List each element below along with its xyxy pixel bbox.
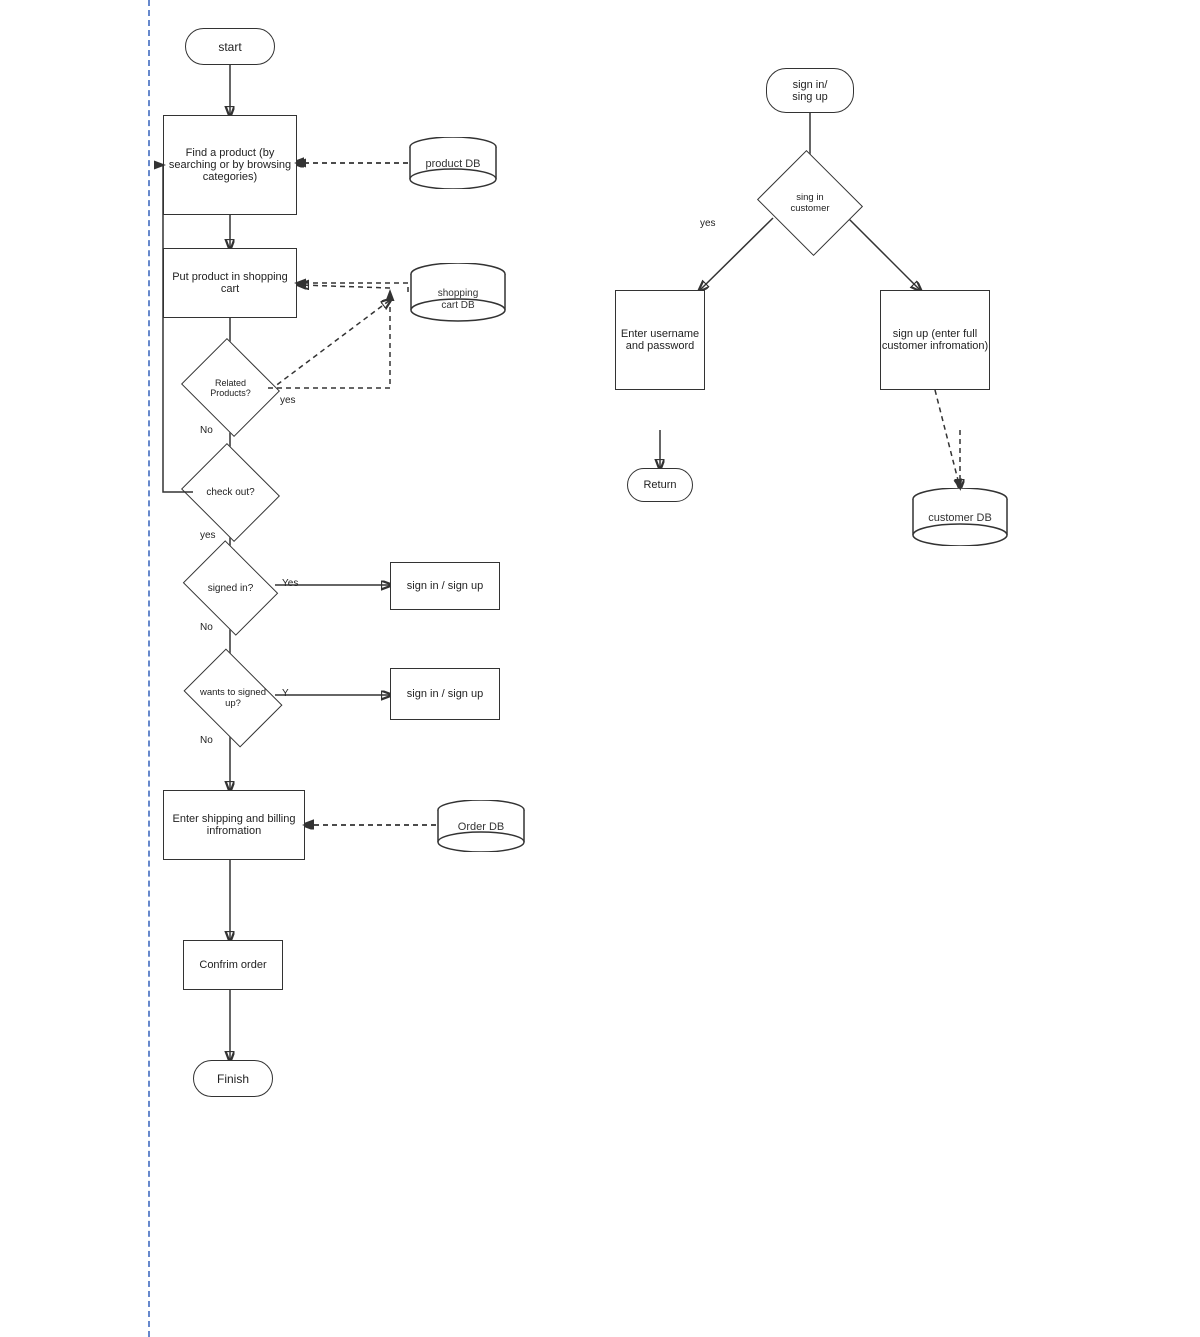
yes2-label: yes [200, 530, 216, 541]
svg-text:Order DB: Order DB [458, 821, 504, 833]
no3-label: No [200, 622, 213, 633]
left-dashed-line [148, 0, 150, 1337]
svg-text:product DB: product DB [425, 158, 480, 170]
finish-node: Finish [193, 1060, 273, 1097]
confirm-order-node: Confrim order [183, 940, 283, 990]
shopping-cart-db-node: shopping cart DB [408, 263, 508, 323]
diagram-container: start Find a product (by searching or by… [0, 0, 1200, 1337]
yes-right-label: yes [700, 218, 716, 229]
svg-text:cart DB: cart DB [441, 300, 475, 311]
return-node: Return [627, 468, 693, 502]
product-db-node: product DB [408, 137, 498, 189]
order-db-node: Order DB [436, 800, 526, 852]
yes1-label: yes [280, 395, 296, 406]
no4-label: No [200, 735, 213, 746]
sign-in-top-right-node: sign in/ sing up [766, 68, 854, 113]
related-products-diamond: Related Products? [181, 338, 280, 437]
enter-username-node: Enter username and password [615, 290, 705, 390]
yes3-label: Yes [282, 578, 298, 589]
sign-in-signup-2-node: sign in / sign up [390, 668, 500, 720]
checkout-diamond: check out? [181, 443, 280, 542]
wants-signup-diamond: wants to signed up? [184, 649, 283, 748]
signed-in-diamond: signed in? [183, 540, 278, 635]
sign-up-full-node: sign up (enter full customer infromation… [880, 290, 990, 390]
customer-db-node: customer DB [910, 488, 1010, 546]
svg-text:customer DB: customer DB [928, 512, 992, 524]
sign-in-signup-1-node: sign in / sign up [390, 562, 500, 610]
shipping-billing-node: Enter shipping and billing infromation [163, 790, 305, 860]
sing-in-customer-diamond: sing in customer [757, 150, 863, 256]
no1-label: No [200, 425, 213, 436]
start-node: start [185, 28, 275, 65]
y1-label: Y [282, 688, 289, 699]
put-in-cart-node: Put product in shopping cart [163, 248, 297, 318]
svg-text:shopping: shopping [438, 288, 479, 299]
find-product-node: Find a product (by searching or by brows… [163, 115, 297, 215]
